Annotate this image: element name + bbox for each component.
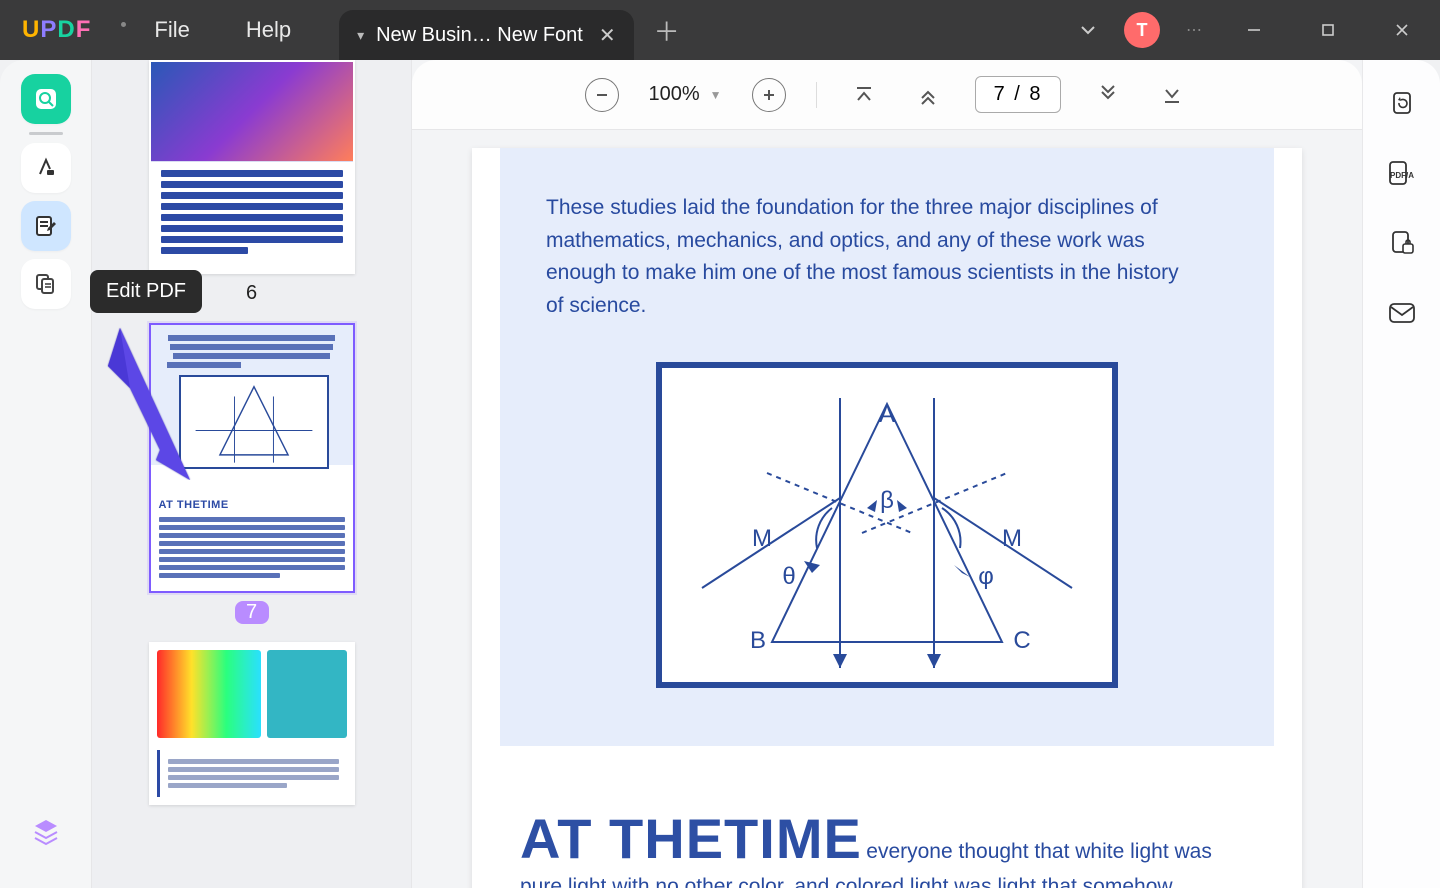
window-maximize-button[interactable] <box>1304 10 1352 50</box>
document-area: 100% ▼ 7 / 8 These s <box>412 60 1362 888</box>
tab-label: New Busin… New Font <box>376 24 583 47</box>
tab-dropdown-icon[interactable]: ▾ <box>357 27 364 44</box>
section-title: AT THETIME <box>520 807 862 870</box>
svg-text:B: B <box>750 627 766 654</box>
page-indicator-input[interactable]: 7 / 8 <box>975 76 1062 113</box>
thumbnail-page-6[interactable] <box>149 60 355 274</box>
tab-close-icon[interactable]: ✕ <box>595 23 620 48</box>
reader-tool-button[interactable] <box>21 74 71 124</box>
menu-file[interactable]: File <box>126 17 217 43</box>
user-avatar[interactable]: T <box>1124 12 1160 48</box>
next-page-button[interactable] <box>1091 78 1125 112</box>
app-logo: UPDF <box>0 16 113 44</box>
right-tool-rail: PDF/A <box>1362 60 1440 888</box>
thumbnail-page-7-number: 7 <box>235 601 269 624</box>
new-tab-button[interactable]: ＋ <box>634 12 700 49</box>
layers-button[interactable] <box>21 806 71 856</box>
pdfa-button[interactable]: PDF/A <box>1381 152 1423 194</box>
edit-pdf-tool-button[interactable] <box>21 201 71 251</box>
thumbnail-page-8[interactable] <box>149 642 355 805</box>
first-page-button[interactable] <box>847 78 881 112</box>
titlebar: UPDF File Help ▾ New Busin… New Font ✕ ＋… <box>0 0 1440 60</box>
document-tab[interactable]: ▾ New Busin… New Font ✕ <box>339 10 634 60</box>
comment-tool-button[interactable] <box>21 143 71 193</box>
window-minimize-button[interactable] <box>1230 10 1278 50</box>
organize-tool-button[interactable] <box>21 259 71 309</box>
zoom-level-dropdown[interactable]: 100% ▼ <box>649 83 722 106</box>
prev-page-button[interactable] <box>911 78 945 112</box>
svg-text:β: β <box>880 487 894 514</box>
toolbar-divider <box>816 82 817 108</box>
zoom-out-button[interactable] <box>585 78 619 112</box>
view-toolbar: 100% ▼ 7 / 8 <box>412 60 1362 130</box>
rotate-button[interactable] <box>1381 82 1423 124</box>
svg-text:M: M <box>1002 525 1022 552</box>
overflow-dots-icon[interactable]: ⋯ <box>1186 20 1204 40</box>
svg-text:θ: θ <box>782 563 795 590</box>
page-7: These studies laid the foundation for th… <box>472 148 1302 888</box>
svg-text:M: M <box>752 525 772 552</box>
mail-button[interactable] <box>1381 292 1423 334</box>
svg-text:φ: φ <box>978 563 994 590</box>
zoom-in-button[interactable] <box>752 78 786 112</box>
protect-button[interactable] <box>1381 222 1423 264</box>
prism-diagram: A β M M θ φ B C <box>656 362 1118 688</box>
titlebar-dropdown-icon[interactable] <box>1078 20 1098 40</box>
thumbnail-page-6-number: 6 <box>235 282 269 305</box>
svg-text:C: C <box>1013 627 1030 654</box>
last-page-button[interactable] <box>1155 78 1189 112</box>
menu-help[interactable]: Help <box>218 17 319 43</box>
svg-text:A: A <box>879 401 895 428</box>
thumbnail-page-7[interactable]: AT THETIME <box>149 323 355 593</box>
intro-paragraph: These studies laid the foundation for th… <box>546 192 1186 322</box>
thumbnail-panel[interactable]: 6 AT THETIME 7 <box>92 60 412 888</box>
svg-text:PDF/A: PDF/A <box>1390 171 1414 180</box>
document-scroll[interactable]: These studies laid the foundation for th… <box>412 130 1362 888</box>
window-close-button[interactable] <box>1378 10 1426 50</box>
chevron-down-icon: ▼ <box>710 88 722 102</box>
left-tool-rail <box>0 60 92 888</box>
rail-separator <box>29 132 63 135</box>
